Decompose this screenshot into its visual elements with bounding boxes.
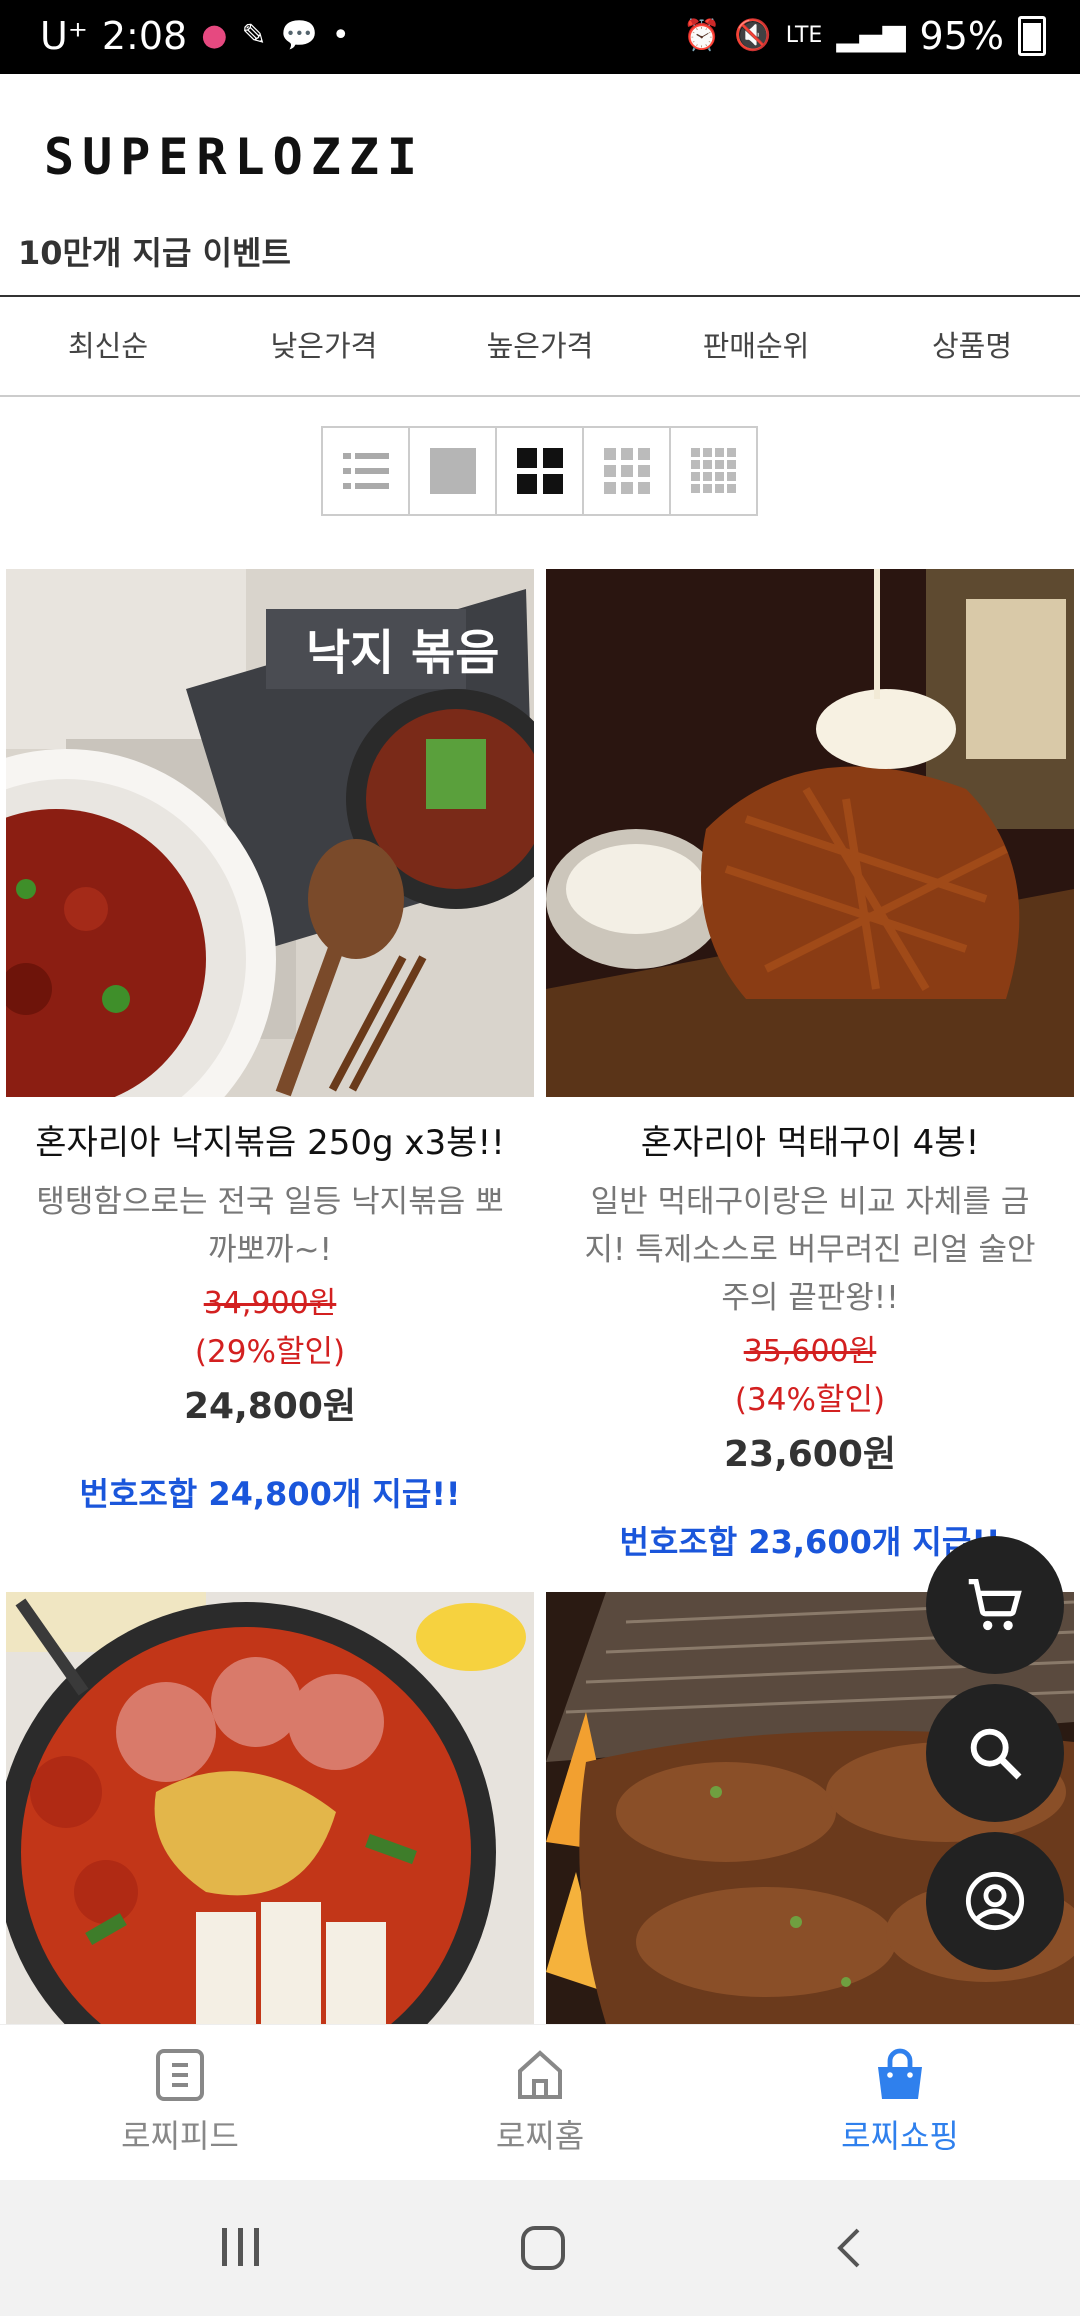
grid-2-view-button[interactable] — [497, 428, 584, 514]
more-dot-icon: • — [331, 18, 350, 53]
battery-level: 95% — [919, 14, 1004, 58]
clock: 2:08 — [101, 14, 188, 58]
carrier-label: U⁺ — [40, 14, 88, 58]
product-image[interactable] — [546, 569, 1074, 1097]
product-card[interactable]: 낙지 볶음 혼자리아 낙지볶음 250g x3봉!! 탱탱함으로는 전국 일등 … — [6, 569, 534, 1515]
cart-icon — [968, 1579, 1022, 1631]
sort-latest[interactable]: 최신순 — [0, 297, 216, 395]
product-name[interactable]: 혼자리아 먹태구이 4봉! — [546, 1115, 1074, 1164]
package-label-text: 낙지 볶음 — [306, 625, 499, 681]
single-view-button[interactable] — [410, 428, 497, 514]
system-navigation-bar — [0, 2180, 1080, 2316]
product-card[interactable]: 혼자리아 먹태구이 4봉! 일반 먹태구이랑은 비교 자체를 금지! 특제소스로… — [546, 569, 1074, 1563]
search-icon — [970, 1728, 1022, 1780]
grid-3-view-icon — [603, 448, 650, 494]
list-view-button[interactable] — [323, 428, 410, 514]
mute-icon: 🔇 — [734, 18, 772, 53]
product-description: 일반 먹태구이랑은 비교 자체를 금지! 특제소스로 버무려진 리얼 술안주의 … — [584, 1184, 1036, 1316]
view-mode-toggle — [321, 426, 758, 516]
grid-3-view-button[interactable] — [584, 428, 671, 514]
recent-apps-icon[interactable] — [218, 2224, 264, 2270]
nav-feed[interactable]: 로찌피드 — [0, 2025, 360, 2181]
signal-icon: ▂▄▆ — [836, 18, 906, 53]
original-price: 34,900원 — [203, 1286, 337, 1321]
sort-high-price[interactable]: 높은가격 — [432, 297, 648, 395]
grid-2-view-icon — [516, 448, 563, 494]
grid-4-view-icon — [690, 448, 736, 493]
app-logo[interactable]: SUPERLOZZI — [44, 128, 425, 186]
promo-text: 번호조합 24,800개 지급!! — [79, 1475, 461, 1513]
search-button[interactable] — [926, 1684, 1064, 1822]
page-title: 10만개 지급 이벤트 — [18, 234, 291, 272]
list-view-icon — [342, 453, 389, 489]
sort-low-price[interactable]: 낮은가격 — [216, 297, 432, 395]
home-icon — [518, 2050, 562, 2099]
divider — [0, 395, 1080, 397]
network-label: LTE — [785, 23, 823, 48]
sale-price: 24,800원 — [183, 1386, 357, 1427]
cart-button[interactable] — [926, 1536, 1064, 1674]
product-name[interactable]: 혼자리아 낙지볶음 250g x3봉!! — [6, 1115, 534, 1164]
account-circle-icon — [965, 1871, 1025, 1931]
sale-price: 23,600원 — [723, 1434, 897, 1475]
status-bar: U⁺ 2:08 ● ✎ 💬 • ⏰ 🔇 LTE ▂▄▆ 95% — [0, 0, 1080, 74]
notification-dots-icon: ● — [201, 18, 228, 53]
shopping-bag-icon — [878, 2048, 922, 2099]
sort-product-name[interactable]: 상품명 — [864, 297, 1080, 395]
nav-home[interactable]: 로찌홈 — [360, 2025, 720, 2181]
sort-sales-rank[interactable]: 판매순위 — [648, 297, 864, 395]
original-price: 35,600원 — [743, 1334, 877, 1369]
alarm-icon: ⏰ — [683, 18, 721, 53]
nav-shopping[interactable]: 로찌쇼핑 — [720, 2025, 1080, 2181]
back-icon[interactable] — [828, 2224, 872, 2272]
product-description: 탱탱함으로는 전국 일등 낙지볶음 뽀까뽀까~! — [36, 1184, 504, 1268]
discount-rate: (29%할인) — [194, 1334, 346, 1370]
feed-icon — [156, 2049, 204, 2101]
product-image[interactable] — [6, 1592, 534, 2024]
battery-icon — [1018, 16, 1046, 56]
nav-home-label: 로찌홈 — [495, 2117, 585, 2155]
home-nav-icon[interactable] — [519, 2224, 567, 2272]
nav-feed-label: 로찌피드 — [121, 2117, 239, 2155]
single-view-icon — [429, 448, 476, 494]
sort-tabs: 최신순 낮은가격 높은가격 판매순위 상품명 — [0, 297, 1080, 395]
product-image[interactable]: 낙지 볶음 — [6, 569, 534, 1097]
discount-rate: (34%할인) — [734, 1382, 886, 1418]
pill-icon: ✎ — [241, 18, 267, 53]
talk-icon: 💬 — [280, 18, 318, 53]
nav-shopping-label: 로찌쇼핑 — [841, 2117, 959, 2155]
grid-4-view-button[interactable] — [671, 428, 756, 514]
bottom-navigation: 로찌피드 로찌홈 로찌쇼핑 — [0, 2024, 1080, 2181]
profile-button[interactable] — [926, 1832, 1064, 1970]
